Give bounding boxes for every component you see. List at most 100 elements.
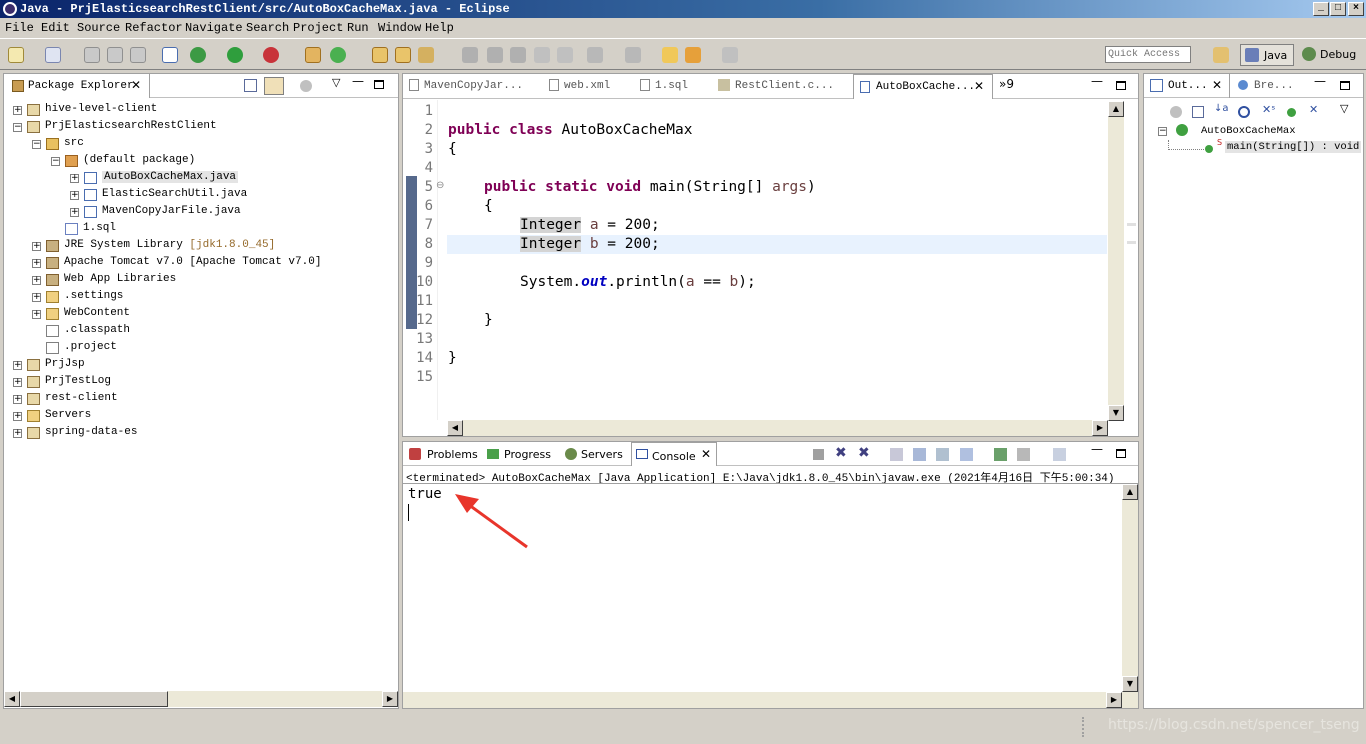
outline-class-item[interactable]: AutoBoxCacheMax xyxy=(1201,125,1296,137)
new-project-icon[interactable] xyxy=(45,47,61,63)
maximize-view-icon[interactable] xyxy=(1340,81,1350,90)
expand-toggle[interactable]: + xyxy=(13,378,22,387)
new-icon[interactable] xyxy=(8,47,24,63)
display-console-icon[interactable] xyxy=(1017,448,1030,461)
tree-item[interactable]: Servers xyxy=(45,409,91,421)
tree-item[interactable]: JRE System Library [jdk1.8.0_45] xyxy=(64,239,275,251)
run-external-icon[interactable] xyxy=(263,47,279,63)
expand-toggle[interactable]: − xyxy=(51,157,60,166)
tab-autoboxcachemax[interactable]: AutoBoxCache... ✕ xyxy=(853,74,993,99)
menu-refactor[interactable]: Refactor xyxy=(125,21,183,35)
expand-toggle[interactable]: + xyxy=(70,208,79,217)
expand-toggle[interactable]: + xyxy=(70,174,79,183)
scroll-lock-icon[interactable] xyxy=(913,448,926,461)
expand-toggle[interactable]: + xyxy=(32,242,41,251)
expand-toggle[interactable]: + xyxy=(13,361,22,370)
menu-project[interactable]: Project xyxy=(293,21,343,35)
minimize-view-icon[interactable]: — xyxy=(1314,74,1326,88)
annotation-next-icon[interactable] xyxy=(487,47,503,63)
editor-horizontal-scrollbar[interactable]: ◀ ▶ xyxy=(447,420,1108,436)
new-class-icon[interactable] xyxy=(330,47,346,63)
console-vertical-scrollbar[interactable]: ▲ ▼ xyxy=(1122,484,1138,692)
save-all-icon[interactable] xyxy=(107,47,123,63)
expand-toggle[interactable]: + xyxy=(13,395,22,404)
close-icon[interactable]: ✕ xyxy=(974,79,984,93)
minimize-view-icon[interactable]: — xyxy=(352,74,364,88)
scroll-thumb[interactable] xyxy=(20,691,168,707)
tree-item[interactable]: rest-client xyxy=(45,392,118,404)
tree-item[interactable]: ElasticSearchUtil.java xyxy=(102,188,247,200)
tab-web-xml[interactable]: web.xml xyxy=(549,79,610,101)
code-line[interactable]: { xyxy=(484,198,493,214)
tab-problems[interactable]: Problems xyxy=(407,446,481,464)
chevron-down-icon[interactable]: ▽ xyxy=(332,76,340,89)
outline-method-item[interactable]: main(String[]) : void xyxy=(1225,141,1362,153)
expand-toggle[interactable]: + xyxy=(32,310,41,319)
open-console-icon[interactable] xyxy=(1053,448,1066,461)
show-whitespace-icon[interactable] xyxy=(557,47,573,63)
menu-navigate[interactable]: Navigate xyxy=(185,21,243,35)
tree-item[interactable]: (default package) xyxy=(83,154,195,166)
tab-restclient[interactable]: RestClient.c... xyxy=(718,79,834,101)
maximize-button[interactable]: □ xyxy=(1330,2,1346,16)
perspective-java[interactable]: Java xyxy=(1240,44,1294,66)
code-line[interactable]: public class AutoBoxCacheMax xyxy=(448,122,692,138)
menu-window[interactable]: Window xyxy=(378,21,421,35)
pin-console-icon[interactable] xyxy=(994,448,1007,461)
editor-vertical-scrollbar[interactable]: ▲ ▼ xyxy=(1108,101,1124,421)
hide-local-types-icon[interactable]: ✕ xyxy=(1309,103,1318,116)
close-icon[interactable]: ✕ xyxy=(701,447,711,461)
tree-item[interactable]: .classpath xyxy=(64,324,130,336)
back-arrow-icon[interactable] xyxy=(685,47,701,63)
run-icon[interactable] xyxy=(227,47,243,63)
hide-fields-icon[interactable] xyxy=(1238,106,1250,118)
menu-edit[interactable]: Edit xyxy=(41,21,70,35)
tree-item[interactable]: src xyxy=(64,137,84,149)
close-icon[interactable]: ✕ xyxy=(1212,78,1222,92)
tab-breakpoints[interactable]: Bre... xyxy=(1236,74,1306,98)
open-perspective-icon[interactable] xyxy=(1213,47,1229,63)
hide-nonpublic-icon[interactable] xyxy=(1287,108,1296,117)
code-line[interactable]: Integer a = 200; xyxy=(520,217,660,233)
minimize-view-icon[interactable]: — xyxy=(1091,442,1103,456)
next-annotation-icon[interactable] xyxy=(625,47,641,63)
tab-servers[interactable]: Servers xyxy=(563,446,629,464)
menu-run[interactable]: Run xyxy=(347,21,369,35)
word-wrap-icon[interactable] xyxy=(936,448,949,461)
tree-item[interactable]: AutoBoxCacheMax.java xyxy=(102,171,239,183)
code-line[interactable]: public static void main(String[] args) xyxy=(484,179,816,195)
hide-static-icon[interactable]: ✕ˢ xyxy=(1262,103,1275,116)
menu-source[interactable]: Source xyxy=(77,21,120,35)
view-menu-icon[interactable] xyxy=(300,80,312,92)
remove-launch-icon[interactable]: ✖ xyxy=(835,445,847,461)
close-button[interactable]: × xyxy=(1348,2,1364,16)
code-line[interactable]: } xyxy=(448,350,457,366)
link-editor-icon[interactable] xyxy=(264,77,284,95)
debug-icon[interactable] xyxy=(190,47,206,63)
perspective-debug[interactable]: Debug xyxy=(1300,44,1362,66)
tab-console[interactable]: Console ✕ xyxy=(631,442,717,466)
code-line[interactable]: { xyxy=(448,141,457,157)
code-line[interactable]: System.out.println(a == b); xyxy=(520,274,756,290)
expand-toggle[interactable]: + xyxy=(32,259,41,268)
menu-help[interactable]: Help xyxy=(425,21,454,35)
collapse-all-icon[interactable] xyxy=(1192,106,1204,118)
maximize-view-icon[interactable] xyxy=(1116,81,1126,90)
expand-toggle[interactable]: + xyxy=(32,293,41,302)
tree-item[interactable]: hive-level-client xyxy=(45,103,157,115)
tab-overflow[interactable]: »9 xyxy=(999,77,1014,91)
last-edit-icon[interactable] xyxy=(587,47,603,63)
expand-toggle[interactable]: − xyxy=(32,140,41,149)
code-line[interactable]: } xyxy=(484,312,493,328)
code-line[interactable]: Integer b = 200; xyxy=(520,236,660,252)
sort-icon[interactable]: ↓a xyxy=(1214,103,1229,114)
console-horizontal-scrollbar[interactable]: ▶ xyxy=(403,692,1138,708)
save-icon[interactable] xyxy=(84,47,100,63)
chevron-down-icon[interactable]: ▽ xyxy=(1340,102,1348,115)
tree-item[interactable]: .project xyxy=(64,341,117,353)
menu-search[interactable]: Search xyxy=(246,21,289,35)
remove-all-icon[interactable]: ✖ xyxy=(858,445,870,461)
horizontal-scrollbar[interactable]: ◀ ▶ xyxy=(4,691,398,707)
expand-toggle[interactable]: + xyxy=(32,276,41,285)
expand-toggle[interactable]: + xyxy=(13,412,22,421)
